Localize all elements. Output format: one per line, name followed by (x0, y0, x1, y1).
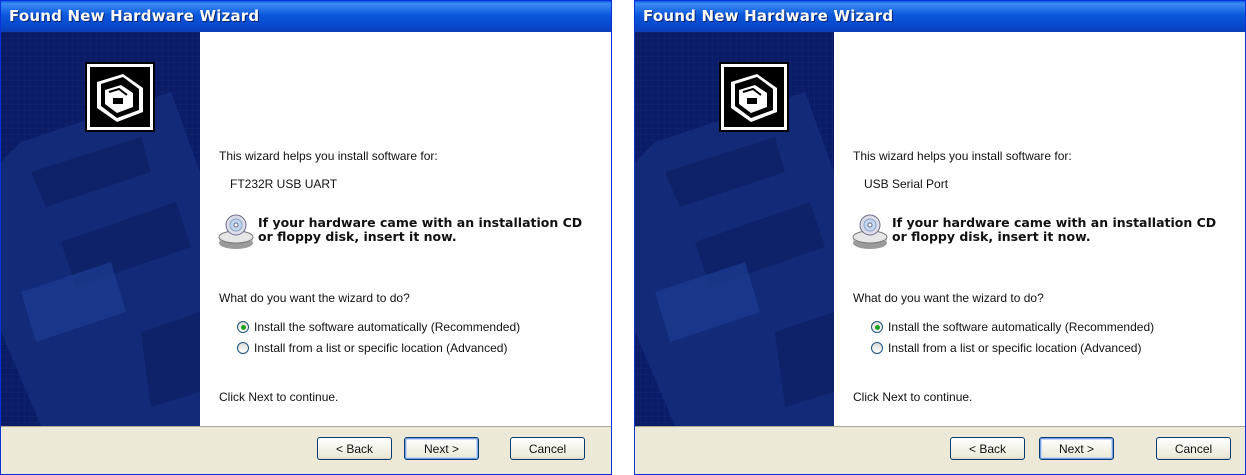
cd-prompt-line2: or floppy disk, insert it now. (258, 229, 457, 244)
cancel-button[interactable]: Cancel (510, 437, 585, 460)
back-button[interactable]: < Back (317, 437, 392, 460)
option-automatic-label: Install the software automatically (Reco… (254, 320, 521, 334)
option-automatic-label: Install the software automatically (Reco… (888, 320, 1155, 334)
cd-prompt-line2: or floppy disk, insert it now. (892, 229, 1091, 244)
wizard-banner (635, 32, 834, 426)
radio-button-selected[interactable] (237, 321, 249, 333)
cd-drive-icon (852, 214, 888, 249)
device-name: USB Serial Port (864, 177, 949, 191)
radio-button-selected[interactable] (871, 321, 883, 333)
hardware-icon (719, 62, 789, 132)
device-name: FT232R USB UART (230, 177, 338, 191)
option-advanced-label: Install from a list or specific location… (888, 341, 1142, 355)
next-button[interactable]: Next > (404, 437, 479, 460)
intro-text: This wizard helps you install software f… (219, 149, 438, 163)
option-advanced-label: Install from a list or specific location… (254, 341, 508, 355)
wizard-content: This wizard helps you install software f… (200, 32, 611, 426)
back-button[interactable]: < Back (950, 437, 1025, 460)
window-title: Found New Hardware Wizard (9, 7, 260, 25)
wizard-window-1: Found New Hardware Wizard This wizard he… (0, 0, 612, 475)
cancel-button[interactable]: Cancel (1156, 437, 1231, 460)
wizard-window-2: Found New Hardware Wizard This wizard he… (634, 0, 1246, 475)
cd-prompt-line1: If your hardware came with an installati… (892, 215, 1217, 230)
window-title: Found New Hardware Wizard (643, 7, 894, 25)
hardware-icon (85, 62, 155, 132)
title-bar[interactable]: Found New Hardware Wizard (1, 1, 611, 32)
wizard-content: This wizard helps you install software f… (834, 32, 1245, 426)
option-automatic[interactable]: Install the software automatically (Reco… (871, 320, 1154, 334)
intro-text: This wizard helps you install software f… (853, 149, 1072, 163)
continue-text: Click Next to continue. (853, 390, 973, 404)
button-bar: < Back Next > Cancel (1, 426, 611, 474)
radio-button[interactable] (237, 342, 249, 354)
option-advanced[interactable]: Install from a list or specific location… (871, 341, 1141, 355)
button-bar: < Back Next > Cancel (635, 426, 1245, 474)
question-text: What do you want the wizard to do? (219, 291, 410, 305)
title-bar[interactable]: Found New Hardware Wizard (635, 1, 1245, 32)
question-text: What do you want the wizard to do? (853, 291, 1044, 305)
cd-prompt-line1: If your hardware came with an installati… (258, 215, 583, 230)
option-automatic[interactable]: Install the software automatically (Reco… (237, 320, 520, 334)
option-advanced[interactable]: Install from a list or specific location… (237, 341, 507, 355)
wizard-banner (1, 32, 200, 426)
next-button[interactable]: Next > (1039, 437, 1114, 460)
cd-drive-icon (218, 214, 254, 249)
continue-text: Click Next to continue. (219, 390, 339, 404)
radio-button[interactable] (871, 342, 883, 354)
